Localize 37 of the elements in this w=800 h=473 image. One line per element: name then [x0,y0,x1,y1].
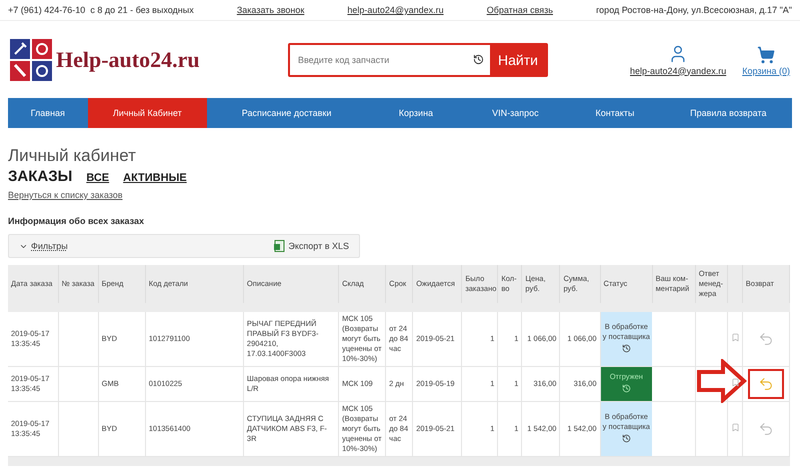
feedback-link[interactable]: Обратная связь [486,5,553,15]
history-icon[interactable] [622,434,631,443]
back-link[interactable]: Вернуться к списку заказов [8,190,123,200]
nav-item[interactable]: Личный Кабинет [88,98,207,128]
return-arrow-icon [758,376,774,392]
nav-item[interactable]: Главная [8,98,88,128]
cart-link[interactable]: Корзина (0) [742,66,790,76]
nav-item[interactable]: Расписание доставки [206,98,366,128]
callback-link[interactable]: Заказать звонок [236,5,304,15]
export-link[interactable]: Экспорт в XLS [274,240,349,252]
nav-item[interactable]: VIN-запрос [466,98,566,128]
bookmark-icon[interactable] [730,378,740,387]
email-link[interactable]: help-auto24@yandex.ru [347,5,444,15]
nav-item[interactable]: Контакты [565,98,665,128]
filter-link[interactable]: АКТИВНЫЕ [123,172,187,184]
address-text: город Ростов-на-Дону, ул.Всесоюзная, д.17 "А" [596,5,792,15]
info-heading: Информация обо всех заказах [8,216,146,226]
history-icon[interactable] [473,54,484,65]
section-title: ЗАКАЗЫ [8,168,72,185]
logo-text: Help-auto24.ru [56,46,200,72]
return-arrow-icon [758,331,774,347]
history-icon[interactable] [622,344,631,353]
page-title: Личный кабинет [8,146,137,166]
logo-icon [10,38,52,80]
nav-item[interactable]: Правила возврата [664,98,792,128]
return-button[interactable] [748,369,784,399]
account-link[interactable]: help-auto24@yandex.ru [630,66,726,76]
arrow-annotation [696,359,747,403]
spreadsheet-icon [274,240,286,252]
return-arrow-icon [758,421,774,437]
cart-icon[interactable] [757,46,776,64]
filters-toggle[interactable]: Фильтры [19,241,68,251]
search-button[interactable]: Найти [490,44,546,74]
filter-link[interactable]: ВСЕ [86,172,110,184]
search-field[interactable]: Введите код запчасти Найти [288,42,548,76]
nav-item[interactable]: Корзина [366,98,466,128]
phone-text: +7 (961) 424-76-10 с 8 до 21 - без выходных [8,5,194,15]
